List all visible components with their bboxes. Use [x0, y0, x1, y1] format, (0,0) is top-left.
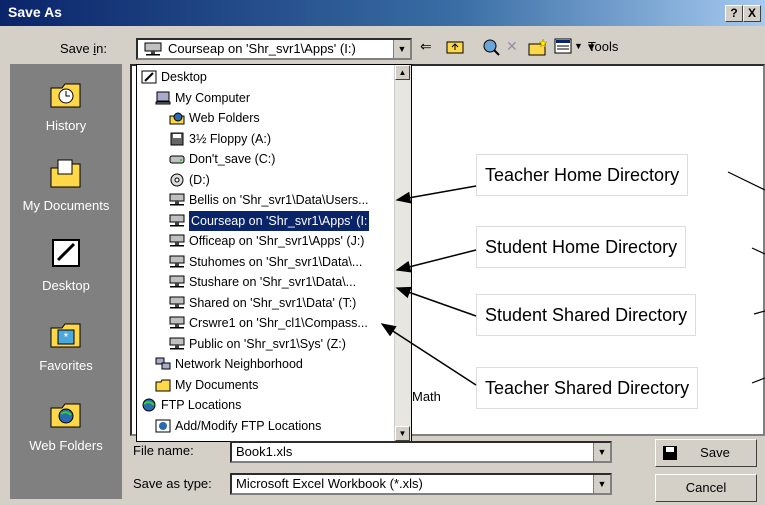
save-in-label: Save in:: [60, 41, 107, 56]
back-arrow-icon[interactable]: ⇐: [420, 38, 432, 55]
web-folders-icon: [50, 403, 81, 428]
place-desktop[interactable]: Desktop: [10, 224, 122, 304]
computer-icon: [155, 91, 171, 104]
place-web-folders[interactable]: Web Folders: [10, 384, 122, 464]
views-icon[interactable]: [554, 38, 572, 57]
ftp-add-icon: [155, 419, 171, 432]
location-item-label: Officeap on 'Shr_svr1\Apps' (J:): [189, 234, 365, 248]
title-bar: Save As ? X: [0, 0, 765, 26]
close-button[interactable]: X: [743, 5, 761, 22]
save-in-dropdown-list[interactable]: Desktop My Computer Web Folders 3½ Floppy (…: [136, 64, 412, 442]
scroll-up-button[interactable]: ▲: [395, 65, 410, 80]
tools-menu[interactable]: Tools ▾: [588, 39, 618, 55]
desktop-icon: [52, 239, 80, 267]
location-item-label: Desktop: [161, 70, 207, 84]
delete-icon[interactable]: ✕: [506, 38, 518, 55]
save-as-type-label: Save as type:: [133, 476, 212, 491]
floppy-icon: [170, 132, 184, 145]
location-item-label: Crswre1 on 'Shr_cl1\Compass...: [189, 316, 368, 330]
network-drive-icon: [169, 193, 185, 206]
location-item-label: Public on 'Shr_svr1\Sys' (Z:): [189, 336, 346, 351]
my-documents-icon: [50, 159, 81, 188]
help-button[interactable]: ?: [725, 5, 743, 22]
web-folder-icon: [169, 112, 185, 125]
network-drive-icon: [169, 275, 185, 288]
history-icon: [50, 83, 81, 108]
ftp-icon: [142, 398, 156, 412]
place-my-documents[interactable]: My Documents: [10, 144, 122, 224]
folder-icon: [155, 379, 171, 391]
dropdown-scrollbar[interactable]: ▲ ▼: [394, 65, 411, 441]
search-web-icon[interactable]: [482, 38, 500, 59]
location-item-label: Stuhomes on 'Shr_svr1\Data\...: [189, 254, 363, 269]
network-drive-icon: [169, 234, 185, 247]
svg-text:*: *: [64, 330, 69, 344]
location-item-label: Courseap on 'Shr_svr1\Apps' (I:: [187, 209, 371, 232]
callout-student-shared: Student Shared Directory: [476, 294, 697, 336]
location-item-label: Add/Modify FTP Locations: [175, 418, 322, 433]
location-item-label: FTP Locations: [161, 398, 242, 412]
hard-drive-icon: [169, 155, 185, 164]
location-item-label: My Computer: [175, 90, 251, 105]
cancel-button[interactable]: Cancel: [655, 474, 757, 502]
chevron-down-icon[interactable]: ▼: [593, 475, 610, 493]
file-name-input[interactable]: Book1.xls ▼: [230, 441, 612, 463]
location-item-label: Shared on 'Shr_svr1\Data' (T:): [189, 295, 357, 310]
callout-teacher-home: Teacher Home Directory: [476, 154, 689, 196]
up-folder-icon[interactable]: [446, 38, 464, 57]
location-item-label: Bellis on 'Shr_svr1\Data\Users...: [189, 193, 369, 207]
location-item-label: (D:): [189, 172, 210, 187]
location-item-label: Web Folders: [189, 111, 260, 125]
location-item-label: Don't_save (C:): [189, 152, 276, 166]
scroll-down-button[interactable]: ▼: [395, 426, 410, 441]
location-item-label: My Documents: [175, 377, 259, 392]
save-button[interactable]: Save: [655, 439, 757, 467]
file-name-label: File name:: [133, 443, 194, 458]
save-as-type-select[interactable]: Microsoft Excel Workbook (*.xls) ▼: [230, 473, 612, 495]
cd-drive-icon: [170, 173, 184, 186]
location-item-label: 3½ Floppy (A:): [189, 131, 271, 146]
network-drive-icon: [169, 214, 185, 226]
place-favorites[interactable]: * Favorites: [10, 304, 122, 384]
network-drive-icon: [144, 42, 162, 56]
network-drive-icon: [169, 316, 185, 329]
callout-student-home: Student Home Directory: [476, 226, 687, 268]
location-item-label: Network Neighborhood: [175, 357, 303, 371]
save-in-combo[interactable]: Courseap on 'Shr_svr1\Apps' (I:) ▼: [136, 38, 412, 60]
chevron-down-icon[interactable]: ▼: [593, 443, 610, 461]
location-item-label: Stushare on 'Shr_svr1\Data\...: [189, 275, 357, 289]
places-bar: History My Documents Desktop * Favorites…: [10, 64, 122, 499]
new-folder-icon[interactable]: [528, 38, 548, 59]
network-drive-icon: [169, 337, 185, 349]
floppy-save-icon: [663, 446, 677, 460]
window-title: Save As: [8, 4, 62, 20]
chevron-down-icon[interactable]: ▼: [393, 40, 410, 58]
views-chevron-icon[interactable]: ▼: [574, 41, 583, 51]
network-drive-icon: [169, 255, 185, 267]
favorites-icon: *: [50, 323, 81, 348]
network-drive-icon: [169, 296, 185, 308]
callout-teacher-shared: Teacher Shared Directory: [476, 367, 699, 409]
save-in-value: Courseap on 'Shr_svr1\Apps' (I:): [168, 41, 356, 56]
place-history[interactable]: History: [10, 64, 122, 144]
file-fragment-math[interactable]: Math: [412, 389, 441, 404]
network-icon: [155, 357, 171, 370]
desktop-icon: [141, 70, 157, 84]
